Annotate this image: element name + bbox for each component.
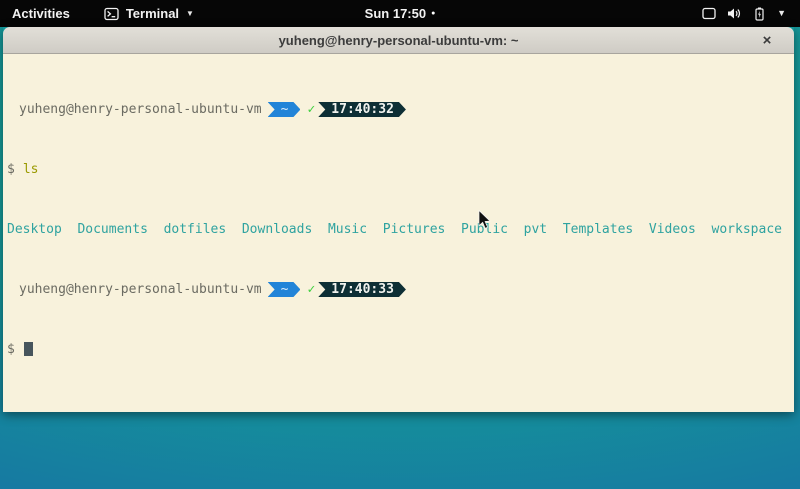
terminal-cursor bbox=[24, 342, 33, 356]
notification-dot-icon: ● bbox=[431, 10, 435, 17]
terminal-window: yuheng@henry-personal-ubuntu-vm: ~ × yuh… bbox=[3, 27, 794, 412]
terminal-icon bbox=[104, 7, 119, 21]
prompt-symbol: $ bbox=[7, 342, 15, 357]
desktop-background: Activities Terminal ▼ Sun 17:50 ● bbox=[0, 0, 800, 489]
directory-name: Desktop bbox=[7, 222, 62, 237]
top-bar: Activities Terminal ▼ Sun 17:50 ● bbox=[0, 0, 800, 27]
command-text: ls bbox=[23, 162, 39, 177]
volume-icon bbox=[727, 7, 742, 20]
directory-name: Templates bbox=[563, 222, 633, 237]
directory-name: Music bbox=[328, 222, 367, 237]
directory-name: pvt bbox=[524, 222, 547, 237]
command-line: $ ls bbox=[7, 162, 794, 177]
prompt-dir-segment: ~ bbox=[268, 102, 301, 117]
status-check-icon: ✓ bbox=[307, 282, 315, 297]
prompt-dir-segment: ~ bbox=[268, 282, 301, 297]
directory-name: Pictures bbox=[383, 222, 446, 237]
prompt-symbol: $ bbox=[7, 162, 15, 177]
prompt-line: yuheng@henry-personal-ubuntu-vm ~ ✓17:40:3… bbox=[7, 102, 794, 117]
directory-name: Documents bbox=[77, 222, 147, 237]
directory-name: Downloads bbox=[242, 222, 312, 237]
app-menu-terminal[interactable]: Terminal ▼ bbox=[104, 0, 194, 27]
window-title: yuheng@henry-personal-ubuntu-vm: ~ bbox=[279, 33, 519, 48]
input-line: $ bbox=[7, 342, 794, 357]
prompt-line: yuheng@henry-personal-ubuntu-vm ~ ✓17:40:3… bbox=[7, 282, 794, 297]
clock-label: Sun 17:50 bbox=[365, 6, 426, 21]
directory-name: workspace bbox=[712, 222, 782, 237]
chevron-down-icon: ▼ bbox=[777, 0, 786, 27]
clock-button[interactable]: Sun 17:50 ● bbox=[365, 6, 436, 21]
close-button[interactable]: × bbox=[756, 27, 778, 54]
prompt-user: yuheng@henry-personal-ubuntu-vm bbox=[19, 102, 262, 117]
app-menu-label: Terminal bbox=[126, 6, 179, 21]
display-icon bbox=[702, 7, 716, 20]
prompt-time-segment: 17:40:33 bbox=[318, 282, 406, 297]
chevron-down-icon: ▼ bbox=[186, 0, 194, 27]
directory-name: Videos bbox=[649, 222, 696, 237]
activities-button[interactable]: Activities bbox=[0, 0, 82, 27]
window-titlebar[interactable]: yuheng@henry-personal-ubuntu-vm: ~ × bbox=[3, 27, 794, 54]
prompt-time-segment: 17:40:32 bbox=[318, 102, 406, 117]
prompt-user: yuheng@henry-personal-ubuntu-vm bbox=[19, 282, 262, 297]
terminal-body[interactable]: yuheng@henry-personal-ubuntu-vm~✓17:40:3… bbox=[3, 54, 794, 412]
ls-output: Desktop Documents dotfiles Downloads Mus… bbox=[7, 222, 794, 237]
directory-name: dotfiles bbox=[164, 222, 227, 237]
battery-charging-icon bbox=[753, 7, 766, 21]
status-check-icon: ✓ bbox=[307, 102, 315, 117]
system-status-menu[interactable]: ▼ bbox=[694, 0, 794, 27]
mouse-cursor-icon bbox=[478, 210, 492, 235]
